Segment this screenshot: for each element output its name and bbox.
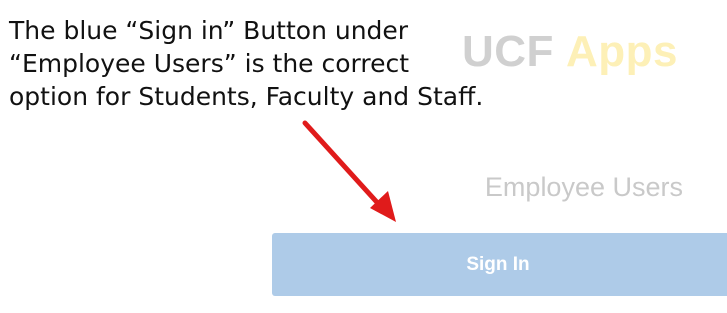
sign-in-label: Sign In <box>466 253 530 275</box>
annotation-line-1: The blue “Sign in” Button under <box>9 16 409 45</box>
employee-sign-in-button[interactable]: Sign In <box>272 233 727 296</box>
instruction-annotation: The blue “Sign in” Button under “Employe… <box>9 14 569 113</box>
annotation-line-2: “Employee Users” is the correct <box>9 49 410 78</box>
employee-users-heading: Employee Users <box>484 172 683 202</box>
logo-apps-text: Apps <box>565 27 678 76</box>
annotation-line-3: option for Students, Faculty and Staff. <box>9 82 484 111</box>
